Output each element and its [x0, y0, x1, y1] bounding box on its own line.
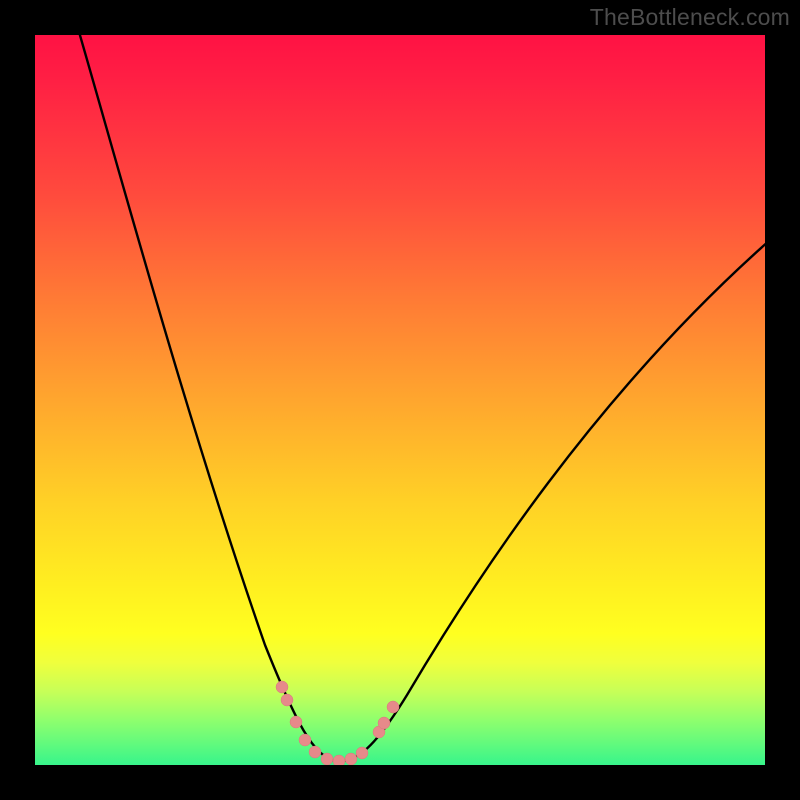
- chart-frame: TheBottleneck.com: [0, 0, 800, 800]
- plot-area: [35, 35, 765, 765]
- optimal-band-markers: [276, 681, 399, 765]
- curve-path: [77, 35, 765, 761]
- watermark-text: TheBottleneck.com: [590, 4, 790, 31]
- bottleneck-curve: [35, 35, 765, 765]
